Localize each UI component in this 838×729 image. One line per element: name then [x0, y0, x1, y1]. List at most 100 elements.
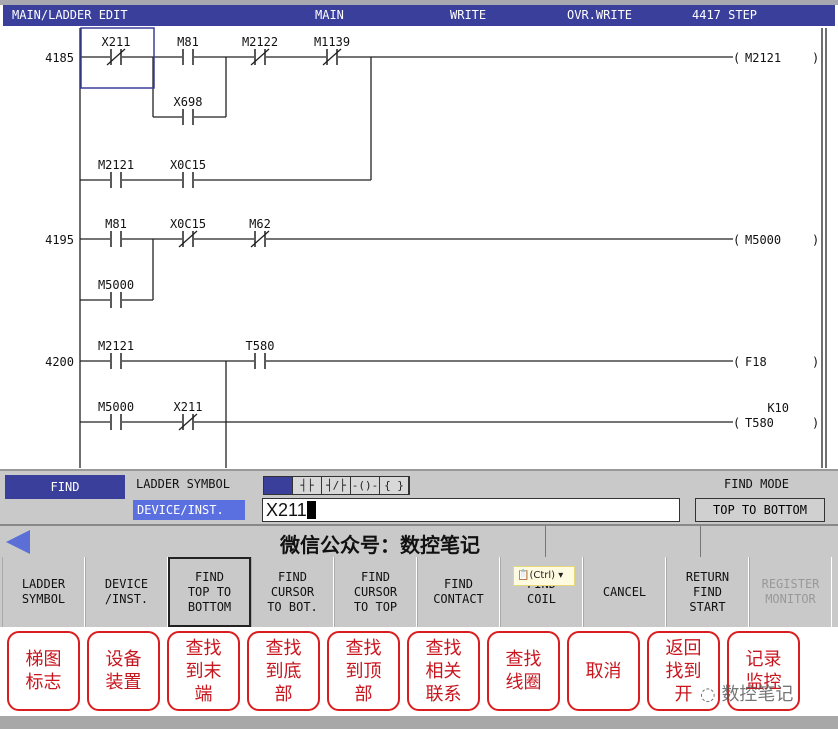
mode-title: MAIN/LADDER EDIT: [12, 8, 128, 22]
coil-bracket[interactable]: ): [812, 51, 819, 65]
coil[interactable]: ( T580) K10: [733, 401, 819, 432]
device-search-input[interactable]: X211: [262, 498, 680, 522]
symbol-no-contact[interactable]: ┤├: [293, 477, 322, 494]
step-number[interactable]: 4200: [45, 355, 74, 369]
coil-label[interactable]: F18: [745, 355, 767, 369]
coil-bracket[interactable]: (: [733, 51, 740, 65]
softkey-5[interactable]: FIND CURSOR TO TOP: [334, 557, 417, 627]
ladder-diagram[interactable]: X211 M81 M2122 M1139 X698 M2121 X0C15 M81 X0C15 M…: [0, 26, 838, 470]
wire: [254, 358, 266, 364]
wire: [110, 419, 122, 425]
softkey-1[interactable]: LADDER SYMBOL: [2, 557, 85, 627]
contact-nc[interactable]: M1139: [314, 35, 350, 66]
status-header: MAIN/LADDER EDIT MAIN WRITE OVR.WRITE 44…: [3, 5, 835, 26]
contact-no[interactable]: X698: [174, 95, 203, 125]
wire: [182, 54, 194, 60]
text-cursor: [306, 501, 316, 519]
wire: [110, 358, 122, 364]
write-status: WRITE: [450, 8, 487, 22]
translation-label: 取消: [567, 631, 640, 711]
contact-no[interactable]: X0C15: [170, 158, 206, 188]
coil-label[interactable]: T580: [745, 416, 774, 430]
softkey-9[interactable]: RETURN FIND START: [666, 557, 749, 627]
contact-label[interactable]: X211: [174, 400, 203, 414]
coil-bracket[interactable]: (: [733, 416, 740, 430]
contact-nc[interactable]: X211: [102, 35, 131, 66]
contact-label[interactable]: X0C15: [170, 158, 206, 172]
softkey-3[interactable]: FIND TOP TO BOTTOM: [168, 557, 251, 627]
divider: [700, 526, 701, 559]
translation-label: 查找 到底 部: [247, 631, 320, 711]
translation-label: 查找 相关 联系: [407, 631, 480, 711]
find-mode-button[interactable]: TOP TO BOTTOM: [695, 498, 825, 522]
coil[interactable]: ( M2121): [733, 47, 819, 67]
coil-bracket[interactable]: (: [733, 233, 740, 247]
contact-no[interactable]: M81: [105, 217, 127, 247]
device-inst-label[interactable]: DEVICE/INST.: [133, 500, 245, 520]
contact-label[interactable]: X0C15: [170, 217, 206, 231]
contact-label[interactable]: M2121: [98, 339, 134, 353]
contact-no[interactable]: M5000: [98, 278, 134, 308]
contact-label[interactable]: M1139: [314, 35, 350, 49]
message-bar: 微信公众号：数控笔记: [0, 524, 838, 559]
coil[interactable]: ( F18): [733, 351, 819, 371]
symbol-selected[interactable]: [264, 477, 293, 494]
find-mode-label: FIND MODE: [724, 477, 790, 491]
wire: [110, 177, 122, 183]
step-number[interactable]: 4185: [45, 51, 74, 65]
ladder-symbol-label[interactable]: LADDER SYMBOL: [136, 477, 230, 491]
timer-setting[interactable]: K10: [767, 401, 789, 415]
contact-nc[interactable]: X211: [174, 400, 203, 431]
contact-label[interactable]: X698: [174, 95, 203, 109]
wire: [182, 114, 194, 120]
contact-label[interactable]: M2122: [242, 35, 278, 49]
contact-no[interactable]: M81: [177, 35, 199, 65]
wire: [110, 236, 122, 242]
symbol-nc-contact[interactable]: ┤/├: [322, 477, 351, 494]
contact-label[interactable]: M81: [177, 35, 199, 49]
contact-label[interactable]: M62: [249, 217, 271, 231]
contact-label[interactable]: M5000: [98, 400, 134, 414]
coil-bracket[interactable]: (: [733, 355, 740, 369]
program-name: MAIN: [315, 8, 344, 22]
divider: [545, 526, 546, 559]
find-panel: FIND LADDER SYMBOL DEVICE/INST. ┤├ ┤/├ -…: [0, 469, 838, 524]
find-title: FIND: [5, 475, 125, 499]
contact-label[interactable]: M5000: [98, 278, 134, 292]
contact-label[interactable]: T580: [246, 339, 275, 353]
coil-bracket[interactable]: ): [812, 416, 819, 430]
coil[interactable]: ( M5000): [733, 229, 819, 249]
coil-bracket[interactable]: ): [812, 355, 819, 369]
bottom-border: [0, 716, 838, 729]
coil-label[interactable]: M5000: [745, 233, 781, 247]
softkey-10[interactable]: REGISTER MONITOR: [749, 557, 832, 627]
softkey-bar: LADDER SYMBOL DEVICE /INST. FIND TOP TO BO…: [0, 557, 838, 627]
coil-label[interactable]: M2121: [745, 51, 781, 65]
step-number[interactable]: 4195: [45, 233, 74, 247]
step-count: 4417 STEP: [692, 8, 758, 22]
translation-label: 梯图 标志: [7, 631, 80, 711]
translation-label: 查找 线圈: [487, 631, 560, 711]
softkey-4[interactable]: FIND CURSOR TO BOT.: [251, 557, 334, 627]
contact-no[interactable]: M2121: [98, 158, 134, 188]
contact-label[interactable]: M81: [105, 217, 127, 231]
contact-nc[interactable]: M62: [249, 217, 271, 248]
softkey-8[interactable]: CANCEL: [583, 557, 666, 627]
symbol-instruction[interactable]: { }: [380, 477, 409, 494]
contact-no[interactable]: T580: [246, 339, 275, 369]
input-value: X211: [266, 500, 307, 520]
symbol-coil[interactable]: -()-: [351, 477, 380, 494]
coil-bracket[interactable]: ): [812, 233, 819, 247]
paste-options-tooltip[interactable]: 📋(Ctrl) ▾: [513, 566, 575, 586]
softkey-2[interactable]: DEVICE /INST.: [85, 557, 168, 627]
contact-no[interactable]: M2121: [98, 339, 134, 369]
contact-nc[interactable]: M2122: [242, 35, 278, 66]
watermark: ◌ 数控笔记: [700, 684, 794, 705]
contact-nc[interactable]: X0C15: [170, 217, 206, 248]
symbol-selector[interactable]: ┤├ ┤/├ -()- { }: [263, 476, 410, 495]
contact-label[interactable]: X211: [102, 35, 131, 49]
translation-label: 查找 到末 端: [167, 631, 240, 711]
contact-label[interactable]: M2121: [98, 158, 134, 172]
softkey-6[interactable]: FIND CONTACT: [417, 557, 500, 627]
contact-no[interactable]: M5000: [98, 400, 134, 430]
